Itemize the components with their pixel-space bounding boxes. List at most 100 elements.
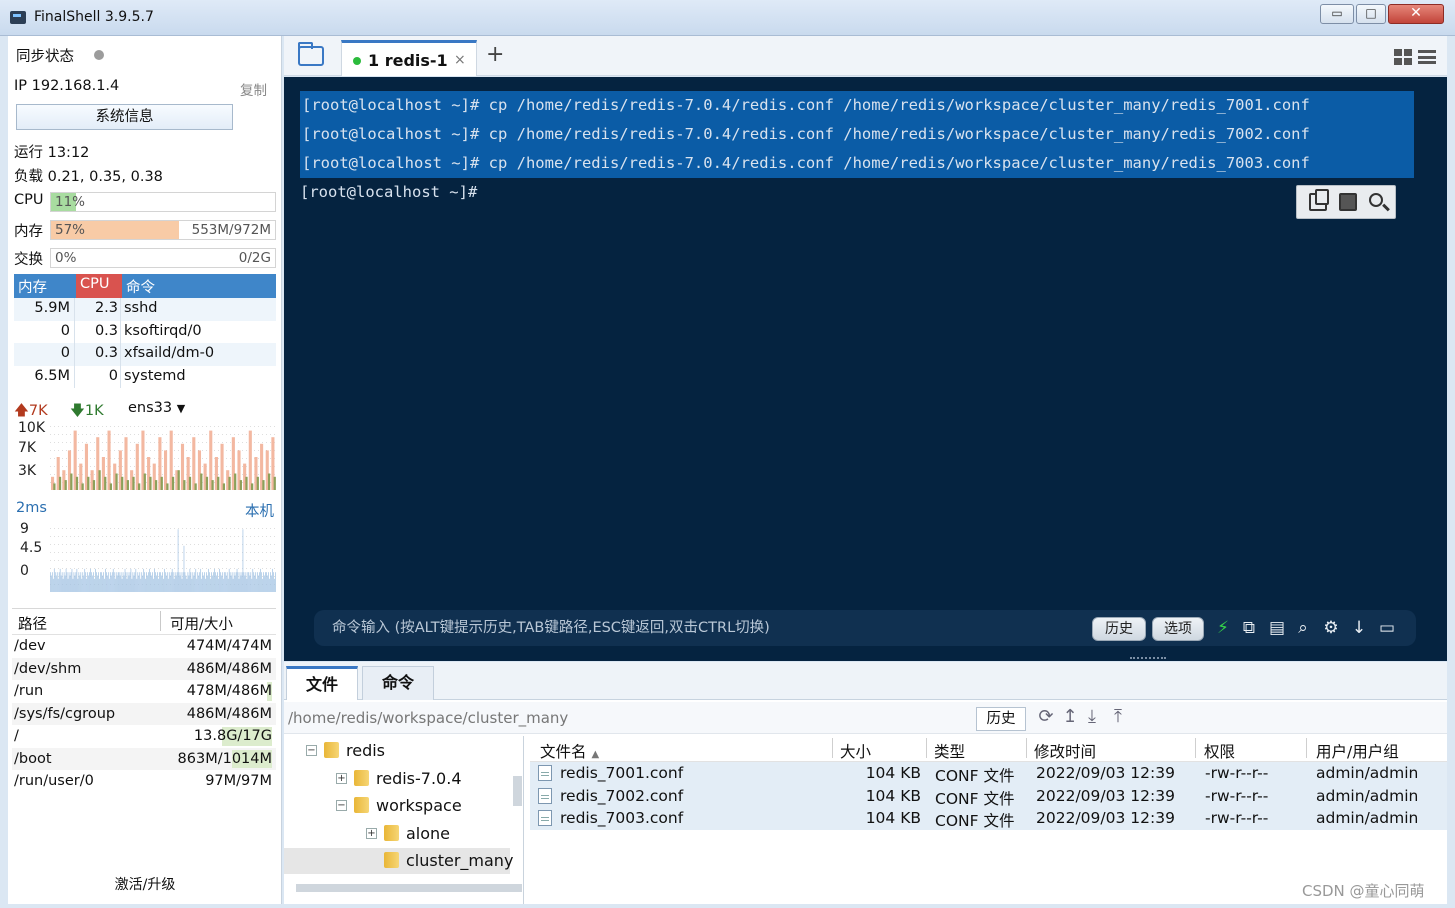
- tree-vertical-scrollbar[interactable]: [513, 776, 522, 806]
- path-input[interactable]: [288, 706, 968, 730]
- disk-size: 486M/486M: [186, 660, 272, 677]
- copy-icon[interactable]: ⧉: [1240, 619, 1258, 637]
- parent-directory-icon[interactable]: ↥: [1060, 707, 1080, 727]
- expand-icon[interactable]: +: [366, 827, 377, 839]
- path-history-button[interactable]: 历史: [976, 707, 1026, 731]
- latency-bar: [50, 575, 52, 592]
- column-type-header[interactable]: 类型: [934, 740, 965, 762]
- grid-dot: [186, 560, 187, 561]
- disk-row[interactable]: /run 478M/486M: [12, 680, 276, 703]
- refresh-icon[interactable]: ⟳: [1036, 707, 1056, 727]
- network-interface-select[interactable]: ens33 ▼: [128, 400, 185, 416]
- maximize-button[interactable]: □: [1356, 4, 1386, 24]
- command-history-button[interactable]: 历史: [1092, 617, 1146, 641]
- column-divider[interactable]: [1026, 738, 1027, 758]
- paste-icon[interactable]: [1339, 193, 1357, 211]
- tab-redis-1[interactable]: 1 redis-1 ×: [341, 40, 477, 76]
- system-info-button[interactable]: 系统信息: [16, 104, 233, 130]
- collapse-icon[interactable]: −: [336, 800, 347, 811]
- tree-node-cluster_many[interactable]: cluster_many: [284, 848, 513, 874]
- close-tab-icon[interactable]: ×: [454, 52, 466, 68]
- terminal-output[interactable]: [root@localhost ~]# cp /home/redis/redis…: [284, 77, 1447, 661]
- disk-row[interactable]: / 13.8G/17G: [12, 725, 276, 748]
- grid-dot: [94, 560, 95, 561]
- layout-grid-icon[interactable]: [1394, 49, 1412, 65]
- latency-host-link[interactable]: 本机: [245, 500, 274, 521]
- minimize-button[interactable]: ▭: [1320, 4, 1354, 24]
- activate-upgrade-link[interactable]: 激活/升级: [8, 874, 282, 894]
- grid-dot: [110, 528, 111, 529]
- command-options-button[interactable]: 选项: [1152, 617, 1204, 641]
- upload-icon[interactable]: ⤒: [1108, 707, 1128, 727]
- window-toggle-icon[interactable]: ▭: [1378, 619, 1396, 637]
- gear-icon[interactable]: ⚙: [1322, 619, 1340, 637]
- copy-icon[interactable]: [1309, 189, 1329, 211]
- file-icon: [538, 810, 552, 826]
- grid-dot: [70, 434, 71, 435]
- download-icon[interactable]: ⤓: [1082, 707, 1102, 727]
- disk-row[interactable]: /run/user/0 97M/97M: [12, 770, 276, 793]
- grid-dot: [142, 528, 143, 529]
- grid-dot: [218, 528, 219, 529]
- grid-dot: [86, 560, 87, 561]
- grid-dot: [138, 560, 139, 561]
- column-divider[interactable]: [1306, 738, 1307, 758]
- column-mtime-header[interactable]: 修改时间: [1034, 740, 1096, 762]
- disk-row[interactable]: /dev 474M/474M: [12, 635, 276, 658]
- column-size-header[interactable]: 大小: [840, 740, 871, 762]
- grid-dot: [270, 560, 271, 561]
- collapse-icon[interactable]: −: [306, 745, 317, 756]
- latency-bar: [70, 572, 72, 592]
- grid-dot: [98, 552, 99, 553]
- tab-files[interactable]: 文件: [286, 666, 358, 700]
- open-folder-icon[interactable]: [298, 42, 324, 66]
- grid-dot: [122, 568, 123, 569]
- process-row[interactable]: 6.5M 0 systemd: [14, 365, 276, 388]
- command-input[interactable]: [332, 610, 1072, 646]
- search-icon[interactable]: ⌕: [1294, 619, 1312, 637]
- grid-dot: [158, 560, 159, 561]
- process-row[interactable]: 5.9M 2.3 sshd: [14, 298, 276, 321]
- panel-splitter-handle[interactable]: [1130, 657, 1166, 661]
- disk-row[interactable]: /sys/fs/cgroup 486M/486M: [12, 702, 276, 725]
- tree-horizontal-scrollbar[interactable]: [296, 884, 522, 892]
- tree-node-workspace[interactable]: − workspace: [336, 793, 510, 819]
- network-traffic-chart: [50, 426, 276, 490]
- tree-node-redis[interactable]: − redis: [306, 738, 510, 764]
- disk-row[interactable]: /dev/shm 486M/486M: [12, 657, 276, 680]
- tab-commands[interactable]: 命令: [362, 666, 434, 700]
- close-button[interactable]: ✕: [1388, 4, 1444, 24]
- process-row[interactable]: 0 0.3 xfsaild/dm-0: [14, 343, 276, 366]
- column-permission-header[interactable]: 权限: [1204, 740, 1235, 762]
- process-memory: 6.5M: [34, 367, 70, 384]
- lightning-icon[interactable]: ⚡: [1214, 619, 1232, 637]
- sort-by-memory-header[interactable]: 内存: [18, 276, 47, 297]
- process-row[interactable]: 0 0.3 ksoftirqd/0: [14, 320, 276, 343]
- grid-dot: [146, 560, 147, 561]
- latency-bar: [131, 578, 133, 592]
- file-row[interactable]: redis_7002.conf 104 KB CONF 文件 2022/09/03 1…: [530, 784, 1447, 808]
- column-name-header[interactable]: 文件名 ▲: [540, 740, 599, 762]
- column-owner-header[interactable]: 用户/用户组: [1316, 740, 1399, 762]
- hamburger-menu-icon[interactable]: [1418, 50, 1436, 64]
- grid-dot: [194, 560, 195, 561]
- sort-by-cpu-header[interactable]: CPU: [76, 274, 122, 298]
- sort-by-command-header[interactable]: 命令: [126, 276, 155, 297]
- paste-icon[interactable]: ▤: [1268, 619, 1286, 637]
- disk-row[interactable]: /boot 863M/1014M: [12, 747, 276, 770]
- disk-avail-header: 可用/大小: [170, 617, 233, 633]
- copy-ip-link[interactable]: 复制: [240, 79, 267, 99]
- column-divider[interactable]: [926, 738, 927, 758]
- file-row[interactable]: redis_7001.conf 104 KB CONF 文件 2022/09/03 1…: [530, 762, 1447, 785]
- download-bar: [200, 473, 203, 490]
- column-divider[interactable]: [1195, 738, 1196, 758]
- add-tab-button[interactable]: +: [486, 42, 504, 67]
- search-icon[interactable]: [1369, 193, 1383, 207]
- tree-node-alone[interactable]: + alone: [366, 821, 510, 847]
- tree-node-redis-7.0.4[interactable]: + redis-7.0.4: [336, 766, 510, 792]
- expand-icon[interactable]: +: [336, 772, 347, 784]
- file-row[interactable]: redis_7003.conf 104 KB CONF 文件 2022/09/03 1…: [530, 807, 1447, 830]
- column-divider[interactable]: [832, 738, 833, 758]
- latency-bar: [138, 575, 140, 592]
- arrow-down-icon[interactable]: ↓: [1350, 619, 1368, 637]
